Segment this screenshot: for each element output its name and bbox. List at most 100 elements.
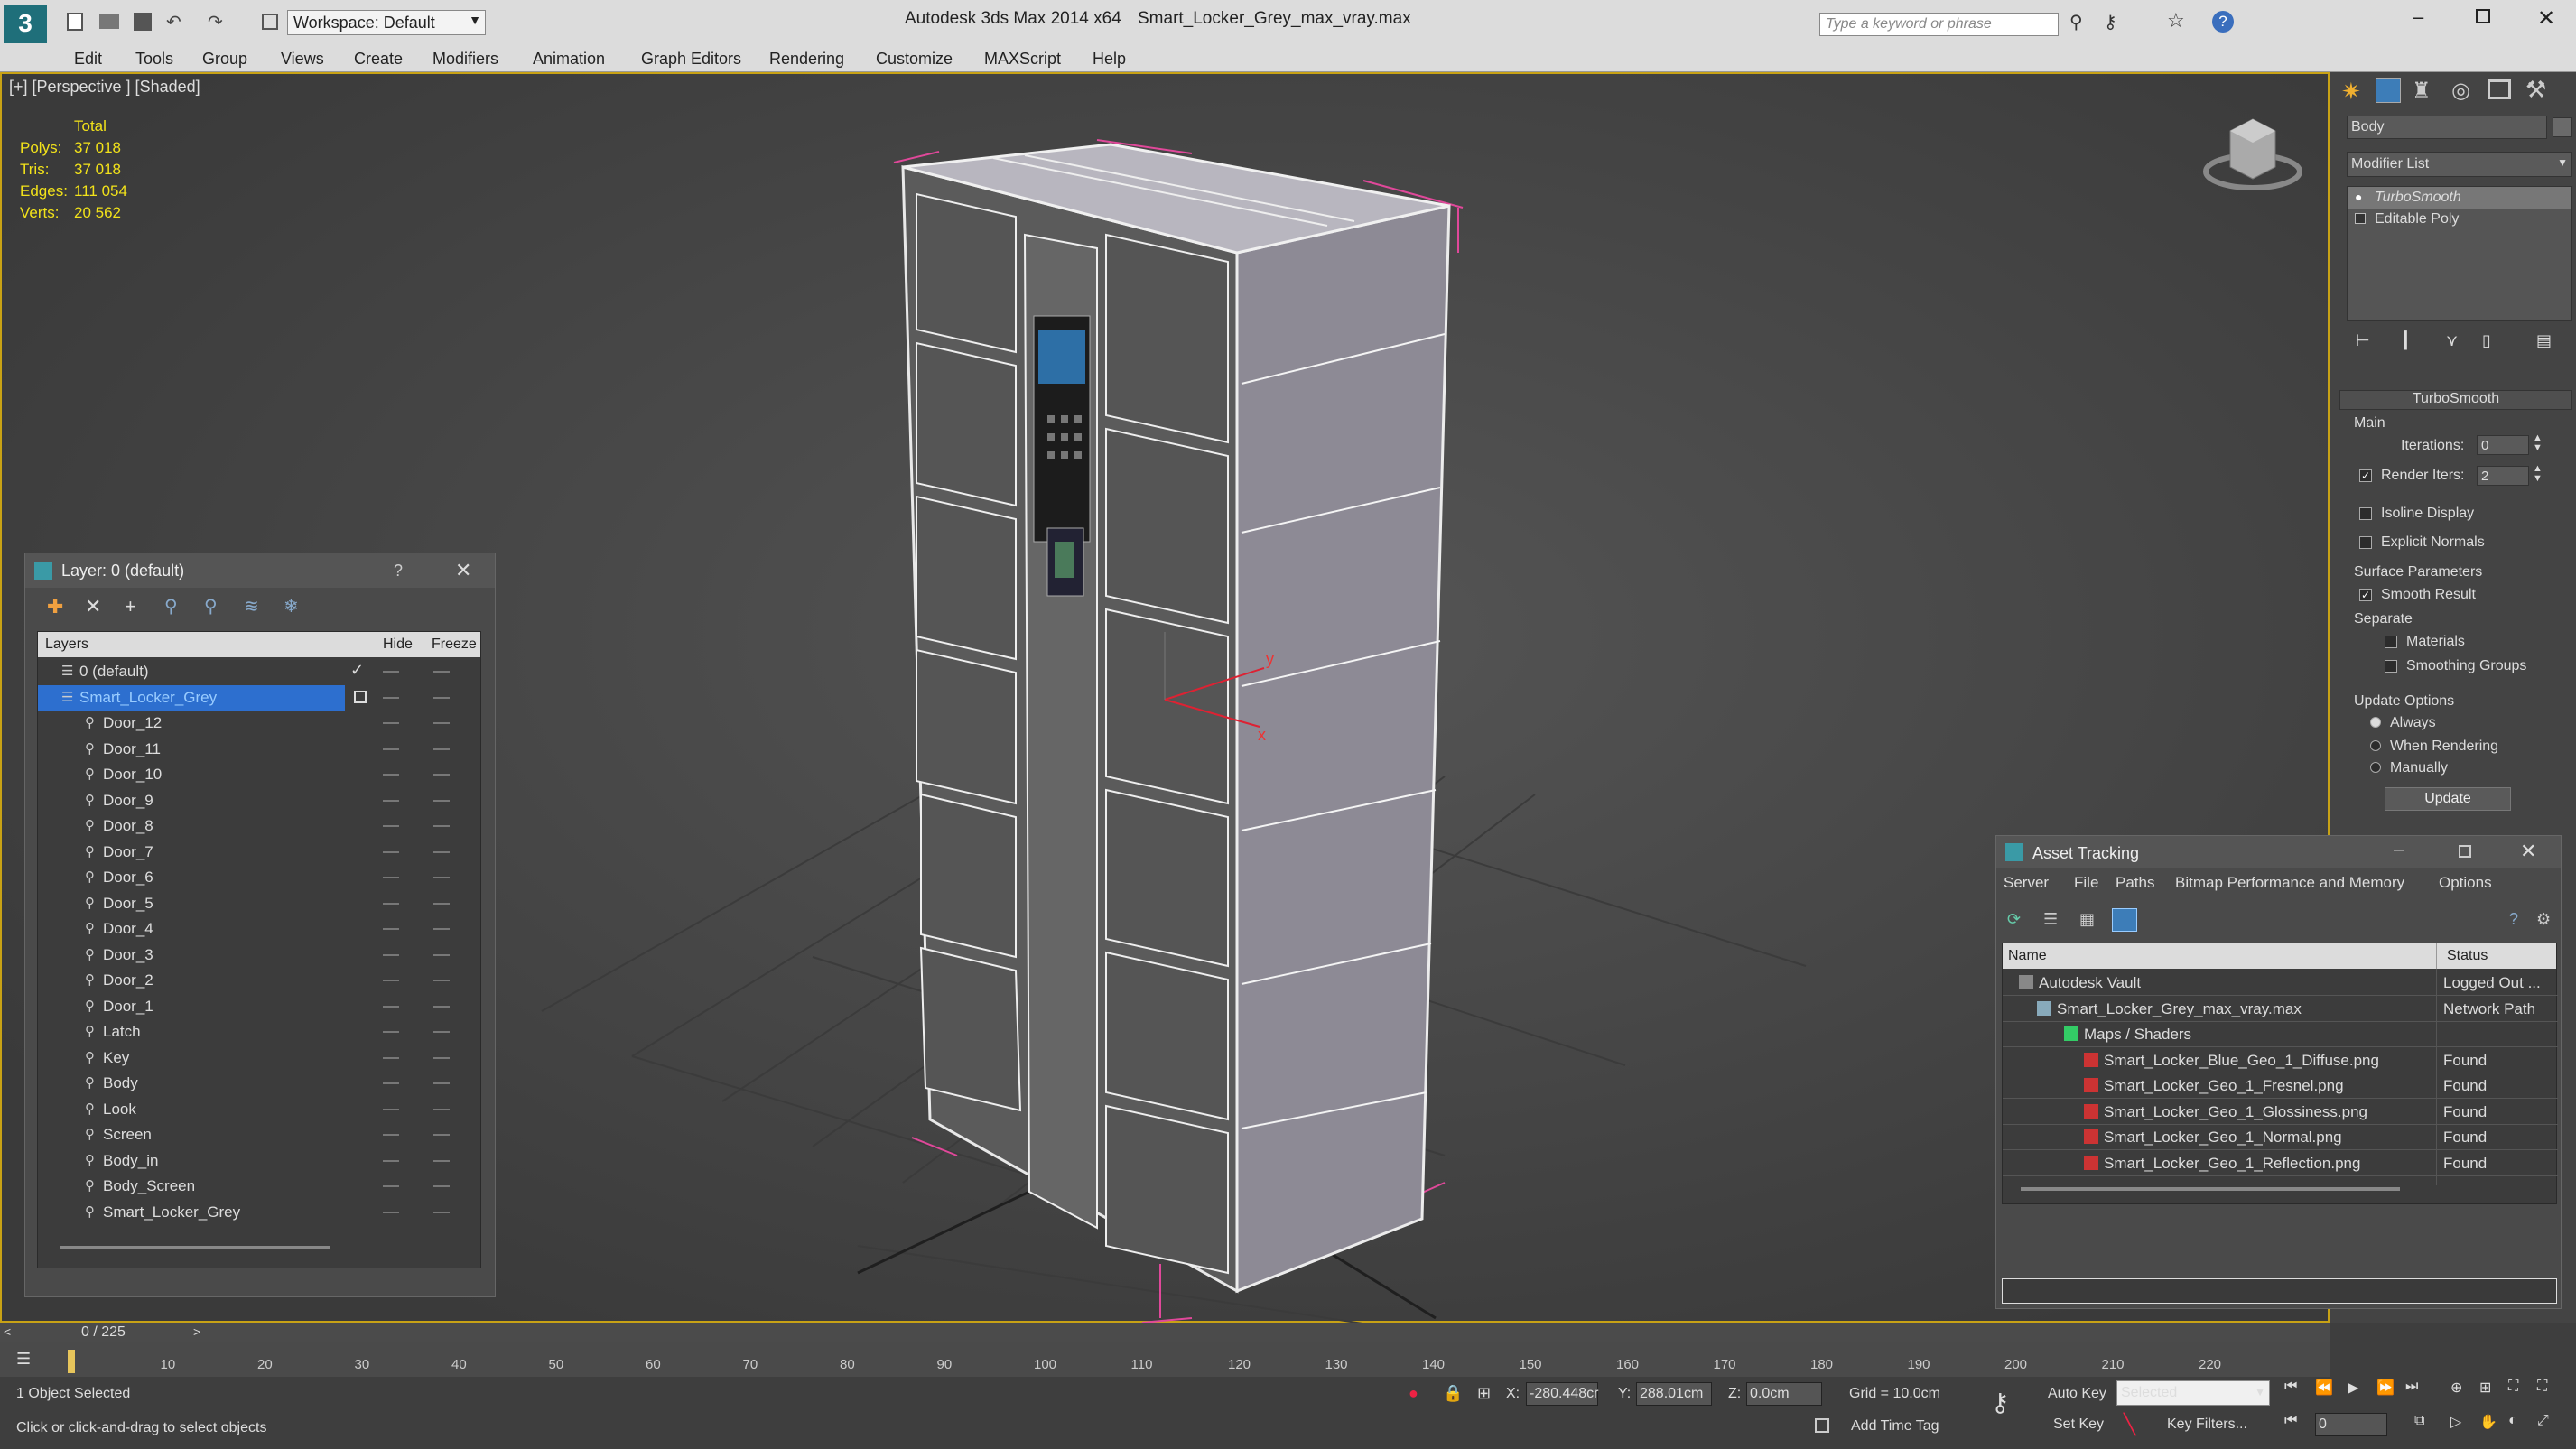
current-frame-field[interactable]: 0 xyxy=(2315,1413,2387,1436)
layer-row[interactable]: ⚲ Body_in xyxy=(38,1148,486,1174)
hide-toggle[interactable] xyxy=(383,1005,399,1008)
hierarchy-tab-icon[interactable]: ♜ xyxy=(2412,78,2432,104)
expand-icon[interactable] xyxy=(2355,213,2366,224)
binoculars-icon[interactable]: ⚲ xyxy=(2069,11,2083,33)
asset-path-field[interactable] xyxy=(2002,1278,2557,1304)
z-coordinate-field[interactable]: 0.0cm xyxy=(1746,1382,1822,1406)
freeze-toggle[interactable] xyxy=(433,774,450,776)
col-name[interactable]: Name xyxy=(2008,948,2047,964)
hide-toggle[interactable] xyxy=(383,953,399,956)
goto-end-icon[interactable]: ⏭ xyxy=(2405,1379,2418,1395)
layer-row[interactable]: ⚲ Door_10 xyxy=(38,762,486,787)
hide-toggle[interactable] xyxy=(383,928,399,930)
layer-row[interactable]: ⚲ Screen xyxy=(38,1122,486,1147)
layer-row[interactable]: ⚲ Door_2 xyxy=(38,968,486,993)
layer-row[interactable]: ⚲ Look xyxy=(38,1097,486,1122)
create-layer-icon[interactable]: ✚ xyxy=(47,595,63,618)
materials-checkbox[interactable] xyxy=(2385,636,2397,648)
smoothing-groups-checkbox[interactable] xyxy=(2385,660,2397,673)
freeze-toggle[interactable] xyxy=(433,671,450,673)
search-input[interactable]: Type a keyword or phrase xyxy=(1819,13,2059,36)
zoom-extents-icon[interactable]: ⛶ xyxy=(2508,1379,2518,1395)
menu-server[interactable]: Server xyxy=(2004,874,2049,892)
auto-key-button[interactable]: Auto Key xyxy=(2048,1386,2106,1402)
asset-row[interactable]: Maps / Shaders xyxy=(2003,1022,2558,1047)
help-button[interactable]: ? xyxy=(394,562,403,581)
make-unique-icon[interactable]: ⋎ xyxy=(2446,331,2458,350)
curve-editor-icon[interactable]: ☰ xyxy=(16,1350,31,1369)
hide-toggle[interactable] xyxy=(383,1056,399,1059)
asset-row[interactable]: Smart_Locker_Grey_max_vray.max Network Pa… xyxy=(2003,997,2558,1022)
freeze-toggle[interactable] xyxy=(433,722,450,724)
minimize-button[interactable]: – xyxy=(2413,5,2423,29)
delete-layer-icon[interactable]: ✕ xyxy=(85,595,101,618)
hide-toggle[interactable] xyxy=(383,748,399,750)
layer-row[interactable]: ⚲ Body_Screen xyxy=(38,1174,486,1199)
close-button[interactable]: ✕ xyxy=(455,559,471,582)
hide-toggle[interactable] xyxy=(383,850,399,853)
layer-row[interactable]: ⚲ Door_7 xyxy=(38,840,486,865)
freeze-toggle[interactable] xyxy=(433,1108,450,1110)
menu-maxscript[interactable]: MAXScript xyxy=(984,50,1061,69)
workspace-dropdown[interactable]: Workspace: Default ▼ xyxy=(287,10,486,35)
render-iters-spinner[interactable]: 2 xyxy=(2477,466,2529,486)
manually-radio[interactable] xyxy=(2370,762,2381,773)
menu-edit[interactable]: Edit xyxy=(74,50,102,69)
layer-row[interactable]: ⚲ Door_1 xyxy=(38,994,486,1019)
layer-row[interactable]: ⚲ Door_6 xyxy=(38,865,486,890)
modifier-list-dropdown[interactable]: Modifier List ▼ xyxy=(2347,152,2572,177)
layer-row[interactable]: ⚲ Door_8 xyxy=(38,813,486,839)
maximize-button[interactable] xyxy=(2459,845,2471,858)
menu-rendering[interactable]: Rendering xyxy=(769,50,844,69)
selected-dropdown[interactable]: Selected ▼ xyxy=(2116,1380,2270,1406)
menu-create[interactable]: Create xyxy=(354,50,403,69)
freeze-toggle[interactable] xyxy=(433,877,450,878)
hide-toggle[interactable] xyxy=(383,1134,399,1136)
freeze-toggle[interactable] xyxy=(433,850,450,853)
frame-counter[interactable]: 0 / 225 xyxy=(81,1324,126,1341)
asset-window-titlebar[interactable]: Asset Tracking – ✕ xyxy=(1996,836,2561,868)
hide-toggle[interactable] xyxy=(383,696,399,699)
hide-toggle[interactable] xyxy=(383,1159,399,1162)
modify-tab-icon[interactable] xyxy=(2376,78,2401,103)
freeze-toggle[interactable] xyxy=(433,980,450,981)
hide-toggle[interactable] xyxy=(383,671,399,673)
select-objects-icon[interactable]: ⚲ xyxy=(164,595,178,618)
freeze-toggle[interactable] xyxy=(433,1005,450,1008)
menu-graph-editors[interactable]: Graph Editors xyxy=(641,50,741,69)
menu-animation[interactable]: Animation xyxy=(533,50,605,69)
set-current-layer-box[interactable] xyxy=(354,690,367,703)
layer-row[interactable]: ⚲ Latch xyxy=(38,1019,486,1045)
create-tab-icon[interactable]: ✷ xyxy=(2341,78,2361,106)
menu-help[interactable]: Help xyxy=(1093,50,1126,69)
zoom-extents-all-icon[interactable]: ⛶ xyxy=(2537,1379,2547,1395)
key-mode-icon[interactable]: ⏮ xyxy=(2284,1413,2297,1429)
col-status[interactable]: Status xyxy=(2447,948,2488,964)
freeze-toggle[interactable] xyxy=(433,696,450,699)
freeze-toggle[interactable] xyxy=(433,928,450,930)
lock-selection-icon[interactable]: 🔒 xyxy=(1443,1384,1463,1403)
pan-icon[interactable]: ✋ xyxy=(2479,1413,2497,1431)
asset-table-scrollbar[interactable] xyxy=(2021,1187,2400,1191)
menu-options[interactable]: Options xyxy=(2439,874,2492,892)
menu-views[interactable]: Views xyxy=(281,50,324,69)
menu-file[interactable]: File xyxy=(2074,874,2098,892)
menu-tools[interactable]: Tools xyxy=(135,50,173,69)
hide-toggle[interactable] xyxy=(383,877,399,878)
modifier-stack-item-editable-poly[interactable]: Editable Poly xyxy=(2348,209,2571,230)
time-config-icon[interactable]: ⧉ xyxy=(2414,1413,2424,1429)
hide-toggle[interactable] xyxy=(383,902,399,905)
layer-row[interactable]: ⚲ Body xyxy=(38,1071,486,1096)
hide-toggle[interactable] xyxy=(383,980,399,981)
layer-row[interactable]: ⚲ Door_11 xyxy=(38,737,486,762)
time-slider[interactable]: < 0 / 225 > xyxy=(0,1323,2330,1342)
star-icon[interactable]: ☆ xyxy=(2167,9,2185,33)
asset-row[interactable]: Smart_Locker_Geo_1_Glossiness.png Found xyxy=(2003,1100,2558,1125)
absolute-mode-icon[interactable]: ⊞ xyxy=(1477,1384,1491,1403)
set-key-mode-icon[interactable]: ⚷ xyxy=(1991,1388,2010,1417)
undo-icon[interactable]: ↶ xyxy=(166,11,181,33)
minimize-button[interactable]: – xyxy=(2394,840,2404,860)
list-view-icon[interactable]: ☰ xyxy=(2043,910,2058,929)
hide-toggle[interactable] xyxy=(383,1211,399,1213)
layer-row[interactable]: ⚲ Smart_Locker_Grey xyxy=(38,1200,486,1225)
